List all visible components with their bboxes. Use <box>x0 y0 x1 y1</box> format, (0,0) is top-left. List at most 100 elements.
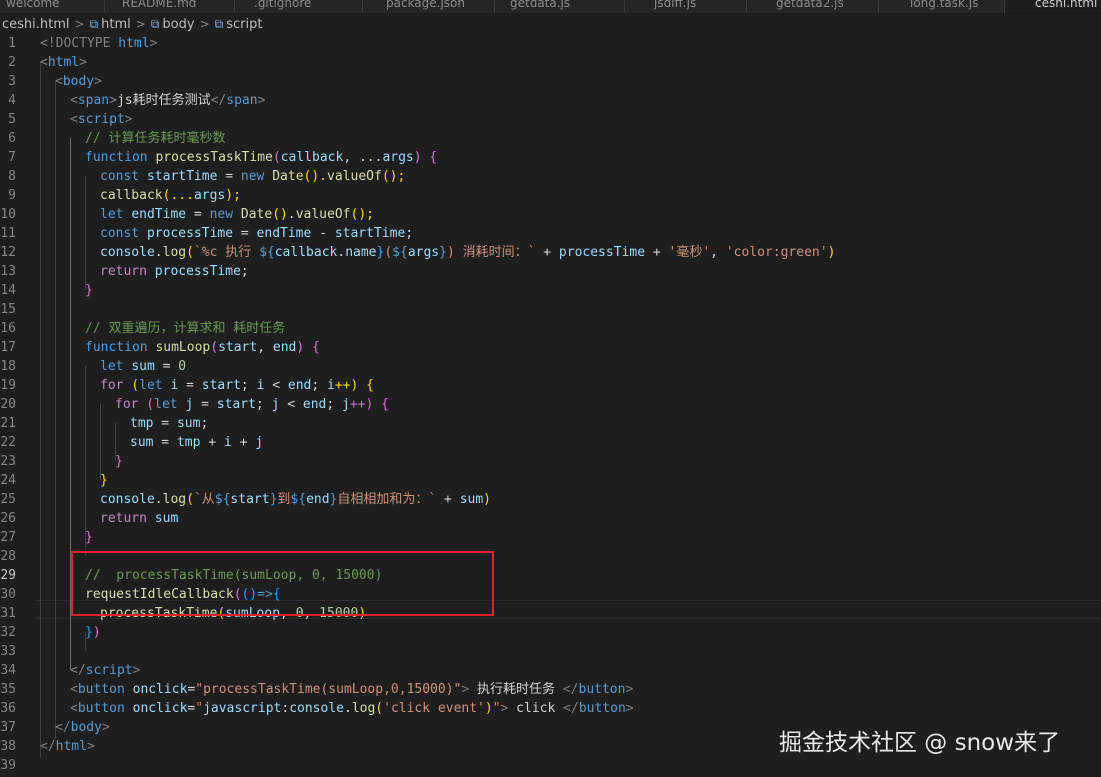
code-line: 30 requestIdleCallback(()=>{ <box>0 585 1101 604</box>
breadcrumb-html[interactable]: html <box>101 17 131 32</box>
code-line: 36 <button onclick="javascript:console.lo… <box>0 699 1101 718</box>
code-text: // 双重遍历，计算求和 耗时任务 <box>85 321 286 336</box>
line-number: 5 <box>8 112 16 127</box>
line-number: 37 <box>0 720 16 735</box>
code-text: tmp = sum; <box>130 416 209 431</box>
code-text: sum = tmp + i + j <box>130 435 264 450</box>
code-text: function processTaskTime(callback, ...ar… <box>85 150 438 165</box>
code-text: console.log(`从${start}到${end}自相相加和为：` + … <box>100 492 491 507</box>
line-number: 21 <box>0 416 16 431</box>
line-number: 16 <box>0 321 16 336</box>
code-text: requestIdleCallback(()=>{ <box>85 587 281 602</box>
tab-divider <box>234 0 235 13</box>
tab-package-json[interactable]: package.json <box>386 0 465 13</box>
tab-long-task-js[interactable]: long.task.js <box>910 0 978 13</box>
line-number: 3 <box>8 74 16 89</box>
line-number: 30 <box>0 587 16 602</box>
code-line: 22 sum = tmp + i + j <box>0 433 1101 452</box>
line-number: 39 <box>0 758 16 773</box>
line-number: 20 <box>0 397 16 412</box>
code-line: 9 callback(...args); <box>0 186 1101 205</box>
tab-divider <box>746 0 747 13</box>
code-line: 1 <!DOCTYPE html> <box>0 34 1101 53</box>
tab-gitignore[interactable]: .gitignore <box>254 0 311 13</box>
tab-divider <box>362 0 363 13</box>
code-text: </script> <box>70 663 141 678</box>
line-number: 6 <box>8 131 16 146</box>
code-line: 33 <box>0 642 1101 661</box>
code-line: 8 const startTime = new Date().valueOf(); <box>0 167 1101 186</box>
code-text: <!DOCTYPE html> <box>40 36 158 51</box>
code-line: 17 function sumLoop(start, end) { <box>0 338 1101 357</box>
code-line: 11 const processTime = endTime - startTim… <box>0 224 1101 243</box>
line-number: 29 <box>0 568 16 583</box>
line-number: 14 <box>0 283 16 298</box>
code-text: const processTime = endTime - startTime; <box>100 226 414 241</box>
code-line: 28 <box>0 547 1101 566</box>
breadcrumb: ceshi.html > ⧉ html > ⧉ body > ⧉ script <box>0 14 1101 34</box>
line-number: 32 <box>0 625 16 640</box>
editor-tab-bar: welcome README.md .gitignore package.jso… <box>0 0 1101 14</box>
code-text: // 计算任务耗时毫秒数 <box>85 131 226 146</box>
code-line: 7 function processTaskTime(callback, ...a… <box>0 148 1101 167</box>
line-number: 23 <box>0 454 16 469</box>
tab-getdata-js[interactable]: getdata.js <box>510 0 570 13</box>
code-text: <body> <box>55 74 102 89</box>
code-line: 25 console.log(`从${start}到${end}自相相加和为：` … <box>0 490 1101 509</box>
code-editor[interactable]: 1 <!DOCTYPE html> 2 <html> 3 <body> 4 <span>… <box>0 34 1101 777</box>
code-text: <html> <box>40 55 87 70</box>
code-text: return processTime; <box>100 264 249 279</box>
code-line: 26 return sum <box>0 509 1101 528</box>
chevron-right-icon: > <box>135 17 146 31</box>
code-text: for (let i = start; i < end; i++) { <box>100 378 374 393</box>
tab-readme[interactable]: README.md <box>122 0 196 13</box>
code-line: 5 <script> <box>0 110 1101 129</box>
code-line: 12 console.log(`%c 执行 ${callback.name}(${… <box>0 243 1101 262</box>
code-line: 4 <span>js耗时任务测试</span> <box>0 91 1101 110</box>
code-text: // processTaskTime(sumLoop, 0, 15000) <box>85 568 383 583</box>
code-text: } <box>85 283 93 298</box>
code-line: 6 // 计算任务耗时毫秒数 <box>0 129 1101 148</box>
code-text: }) <box>85 625 101 640</box>
line-number: 28 <box>0 549 16 564</box>
code-line: 27} <box>0 528 1101 547</box>
code-line: 19 for (let i = start; i < end; i++) { <box>0 376 1101 395</box>
line-number: 27 <box>0 530 16 545</box>
code-line: 32}) <box>0 623 1101 642</box>
code-line: 14} <box>0 281 1101 300</box>
code-text: const startTime = new Date().valueOf(); <box>100 169 406 184</box>
html-tag-icon: ⧉ <box>89 16 99 31</box>
code-line: 18 let sum = 0 <box>0 357 1101 376</box>
line-number: 19 <box>0 378 16 393</box>
code-line: 24} <box>0 471 1101 490</box>
code-text: </html> <box>40 739 95 754</box>
line-number: 26 <box>0 511 16 526</box>
code-text: <button onclick="javascript:console.log(… <box>70 701 634 716</box>
line-number: 15 <box>0 302 16 317</box>
tab-ceshi-html[interactable]: ceshi.html <box>1005 0 1101 13</box>
line-number: 13 <box>0 264 16 279</box>
line-number: 7 <box>8 150 16 165</box>
line-number: 34 <box>0 663 16 678</box>
code-line: 23} <box>0 452 1101 471</box>
breadcrumb-file[interactable]: ceshi.html <box>2 17 70 32</box>
tab-getdata2-js[interactable]: getdata2.js <box>776 0 844 13</box>
tab-welcome[interactable]: welcome <box>6 0 60 13</box>
html-tag-icon: ⧉ <box>150 16 160 31</box>
code-text: return sum <box>100 511 179 526</box>
line-number: 8 <box>8 169 16 184</box>
breadcrumb-script[interactable]: script <box>226 17 262 32</box>
code-line: 21 tmp = sum; <box>0 414 1101 433</box>
code-line: 13 return processTime; <box>0 262 1101 281</box>
code-text: </body> <box>55 720 110 735</box>
chevron-right-icon: > <box>199 17 210 31</box>
code-text: processTaskTime(sumLoop, 0, 15000) <box>100 606 367 621</box>
breadcrumb-body[interactable]: body <box>162 17 194 32</box>
code-line: 20 for (let j = start; j < end; j++) { <box>0 395 1101 414</box>
code-text: } <box>100 473 108 488</box>
tab-divider <box>104 0 105 13</box>
code-text: let sum = 0 <box>100 359 187 374</box>
code-text: } <box>115 454 123 469</box>
watermark: 掘金技术社区 @ snow来了 <box>779 730 1061 756</box>
tab-jsdiff-js[interactable]: jsdiff.js <box>654 0 696 13</box>
